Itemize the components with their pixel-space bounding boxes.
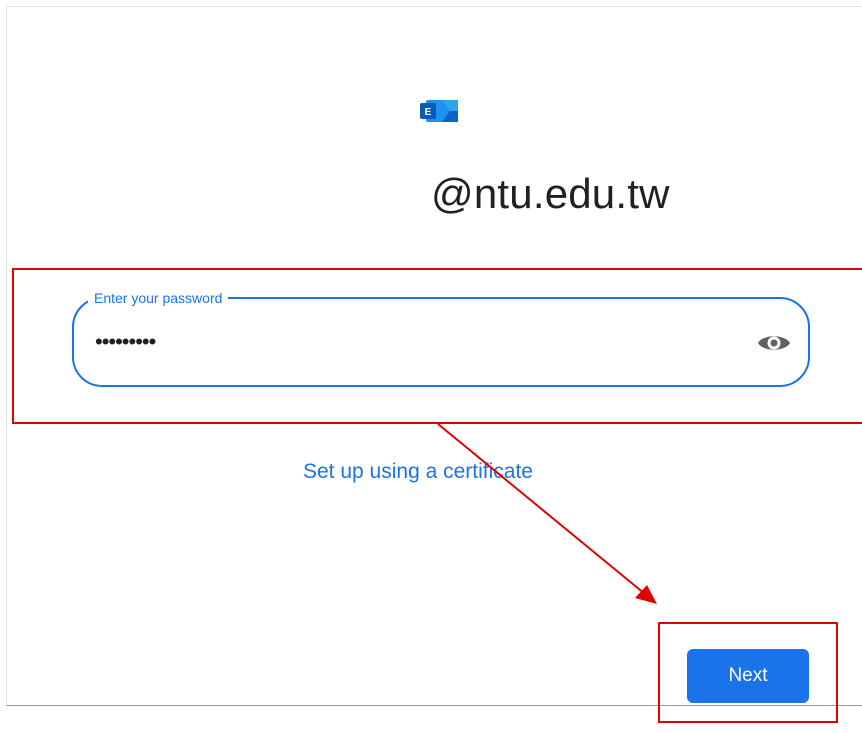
eye-icon[interactable] (757, 330, 791, 356)
certificate-setup-link[interactable]: Set up using a certificate (303, 458, 533, 486)
password-field[interactable] (72, 297, 810, 387)
svg-text:E: E (425, 107, 432, 118)
exchange-logo-icon: E (420, 100, 458, 122)
password-field-label: Enter your password (88, 290, 229, 306)
next-button[interactable]: Next (687, 649, 809, 703)
password-input[interactable]: ••••••••• (95, 330, 156, 354)
account-domain: @ntu.edu.tw (431, 170, 670, 217)
